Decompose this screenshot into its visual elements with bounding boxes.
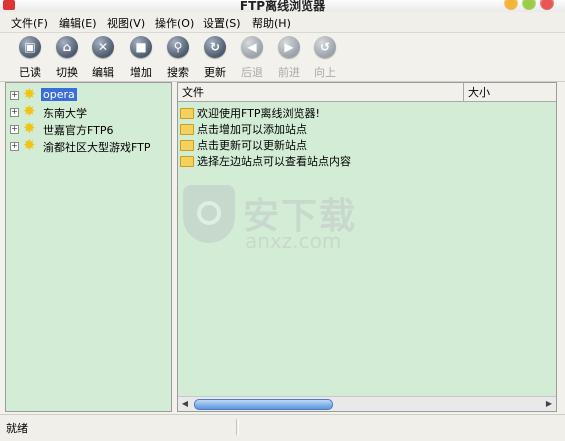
back-icon: ◀ xyxy=(241,36,263,58)
switch-button[interactable]: ⌂ 切换 xyxy=(50,36,84,80)
site-tree[interactable]: + ✸ opera + ✸ 东南大学 + ✸ 世嘉官方FTP6 + ✸ 渝都社区… xyxy=(5,82,172,412)
menu-operation[interactable]: 操作(O) xyxy=(155,15,194,31)
add-button[interactable]: ■ 增加 xyxy=(124,36,158,80)
edit-icon: ✕ xyxy=(92,36,114,58)
scroll-left-icon[interactable]: ◀ xyxy=(179,398,191,410)
update-button[interactable]: ↻ 更新 xyxy=(198,36,232,80)
read-button-label: 已读 xyxy=(19,66,41,79)
star-icon: ✸ xyxy=(23,119,36,137)
horizontal-scrollbar[interactable]: ◀ ▶ xyxy=(178,396,556,411)
folder-icon xyxy=(180,139,194,151)
tree-item[interactable]: + ✸ 渝都社区大型游戏FTP xyxy=(6,136,171,154)
edit-button[interactable]: ✕ 编辑 xyxy=(86,36,120,80)
forward-icon: ▶ xyxy=(278,36,300,58)
add-button-label: 增加 xyxy=(130,66,152,79)
tree-item-label: 渝都社区大型游戏FTP xyxy=(43,141,151,154)
tree-item[interactable]: + ✸ 东南大学 xyxy=(6,102,171,120)
back-button[interactable]: ◀ 后退 xyxy=(235,36,269,80)
search-icon: ⚲ xyxy=(167,36,189,58)
menu-view[interactable]: 视图(V) xyxy=(107,15,145,31)
tree-item[interactable]: + ✸ opera xyxy=(6,85,171,103)
up-button-label: 向上 xyxy=(314,66,336,79)
switch-button-label: 切换 xyxy=(56,66,78,79)
read-icon: ▣ xyxy=(19,36,41,58)
shield-icon xyxy=(183,185,235,243)
list-item-label: 点击增加可以添加站点 xyxy=(197,123,307,136)
list-item-label: 选择左边站点可以查看站点内容 xyxy=(197,155,351,168)
status-text: 就绪 xyxy=(6,422,28,435)
menu-bar: 文件(F) 编辑(E) 视图(V) 操作(O) 设置(S) 帮助(H) xyxy=(0,12,565,33)
list-item-label: 点击更新可以更新站点 xyxy=(197,139,307,152)
expand-icon[interactable]: + xyxy=(10,108,19,117)
watermark: 安下载 anxz.com xyxy=(183,185,393,255)
add-icon: ■ xyxy=(130,36,152,58)
expand-icon[interactable]: + xyxy=(10,125,19,134)
column-header-file[interactable]: 文件 xyxy=(178,83,464,102)
list-item[interactable]: 选择左边站点可以查看站点内容 xyxy=(180,153,351,169)
edit-button-label: 编辑 xyxy=(92,66,114,79)
folder-icon xyxy=(180,107,194,119)
tree-item-label: 世嘉官方FTP6 xyxy=(43,124,114,137)
status-divider xyxy=(238,419,239,435)
forward-button[interactable]: ▶ 前进 xyxy=(272,36,306,80)
folder-icon xyxy=(180,155,194,167)
search-button-label: 搜索 xyxy=(167,66,189,79)
star-icon: ✸ xyxy=(23,102,36,120)
scroll-right-icon[interactable]: ▶ xyxy=(543,398,555,410)
up-button[interactable]: ↺ 向上 xyxy=(308,36,342,80)
list-item[interactable]: 点击增加可以添加站点 xyxy=(180,121,307,137)
search-button[interactable]: ⚲ 搜索 xyxy=(161,36,195,80)
expand-icon[interactable]: + xyxy=(10,142,19,151)
column-header-size[interactable]: 大小 xyxy=(464,83,556,102)
menu-help[interactable]: 帮助(H) xyxy=(252,15,291,31)
menu-settings[interactable]: 设置(S) xyxy=(203,15,241,31)
forward-button-label: 前进 xyxy=(278,66,300,79)
star-icon: ✸ xyxy=(23,136,36,154)
back-button-label: 后退 xyxy=(241,66,263,79)
scroll-thumb[interactable] xyxy=(194,399,333,410)
tree-item-label: 东南大学 xyxy=(43,107,87,120)
up-icon: ↺ xyxy=(314,36,336,58)
folder-icon xyxy=(180,123,194,135)
title-bar: FTP离线浏览器 xyxy=(0,0,565,13)
tree-item-label: opera xyxy=(41,88,77,101)
refresh-icon: ↻ xyxy=(204,36,226,58)
tree-item[interactable]: + ✸ 世嘉官方FTP6 xyxy=(6,119,171,137)
read-button[interactable]: ▣ 已读 xyxy=(13,36,47,80)
star-icon: ✸ xyxy=(23,85,36,103)
update-button-label: 更新 xyxy=(204,66,226,79)
expand-icon[interactable]: + xyxy=(10,91,19,100)
list-item-label: 欢迎使用FTP离线浏览器! xyxy=(197,107,320,120)
list-item[interactable]: 欢迎使用FTP离线浏览器! xyxy=(180,105,320,121)
watermark-domain: anxz.com xyxy=(245,229,342,253)
status-divider xyxy=(236,419,237,435)
status-bar: 就绪 xyxy=(0,414,565,441)
toolbar: ▣ 已读 ⌂ 切换 ✕ 编辑 ■ 增加 ⚲ 搜索 ↻ 更新 ◀ 后退 ▶ 前进 … xyxy=(0,33,565,82)
menu-edit[interactable]: 编辑(E) xyxy=(59,15,97,31)
home-icon: ⌂ xyxy=(56,36,78,58)
menu-file[interactable]: 文件(F) xyxy=(11,15,48,31)
list-item[interactable]: 点击更新可以更新站点 xyxy=(180,137,307,153)
